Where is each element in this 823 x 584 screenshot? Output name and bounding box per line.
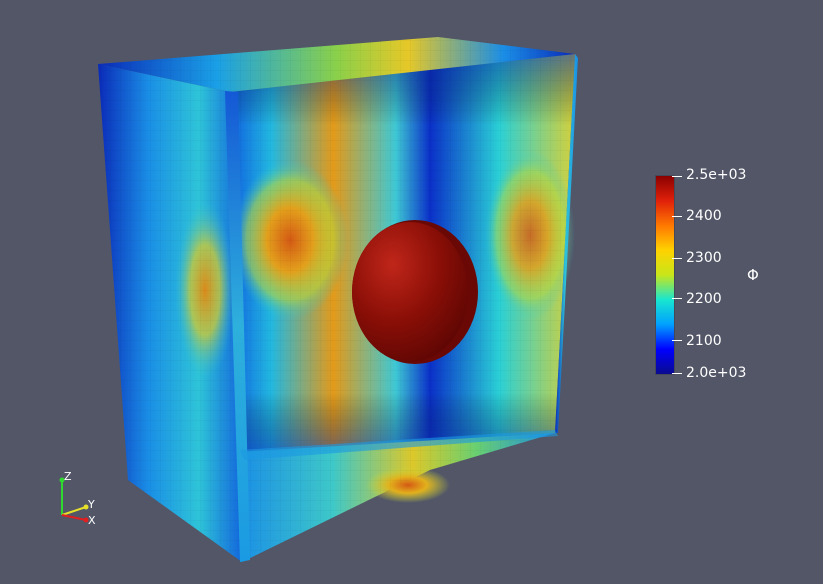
color-bar	[656, 176, 674, 374]
colorbar-tick	[672, 340, 682, 341]
colorbar-max-tick	[672, 176, 682, 177]
axis-label-z: Z	[64, 470, 72, 483]
sphere[interactable]	[352, 220, 478, 364]
colorbar-min-label: 2.0e+03	[686, 365, 747, 381]
colorbar-tick	[672, 216, 682, 217]
colorbar-tick-label: 2200	[686, 291, 722, 307]
axis-label-y: Y	[88, 498, 95, 511]
orientation-axes-icon[interactable]: Z Y X	[52, 468, 102, 530]
colorbar-tick-label: 2100	[686, 333, 722, 349]
colorbar-min-tick	[672, 373, 682, 374]
left-outer-face	[98, 64, 242, 562]
colorbar-title: Φ	[747, 266, 759, 284]
colorbar-tick	[672, 258, 682, 259]
colorbar-max-label: 2.5e+03	[686, 167, 747, 183]
colorbar-tick	[672, 298, 682, 299]
colorbar-tick-label: 2300	[686, 250, 722, 266]
colorbar-tick-label: 2400	[686, 208, 722, 224]
axis-label-x: X	[88, 514, 96, 527]
